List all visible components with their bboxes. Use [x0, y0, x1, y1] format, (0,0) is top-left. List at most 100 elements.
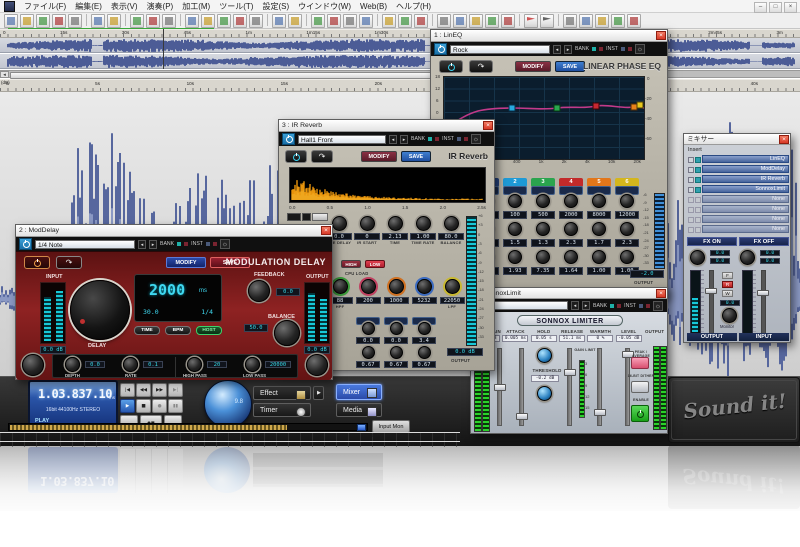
insert-slot[interactable]: None: [687, 195, 789, 203]
insert-slot[interactable]: None: [687, 225, 789, 233]
slot-button[interactable]: None: [702, 225, 789, 233]
bank-indicator[interactable]: [599, 47, 603, 51]
menu-window[interactable]: ウインドウ(W): [298, 1, 351, 12]
slot-fx-icon[interactable]: [695, 187, 701, 193]
bank-indicator[interactable]: [184, 242, 188, 246]
gear-icon[interactable]: ☼: [653, 301, 663, 311]
erase-icon[interactable]: [249, 14, 263, 28]
power-icon[interactable]: [19, 238, 32, 250]
output-fader-handle[interactable]: [705, 288, 717, 294]
irreverb-titlebar[interactable]: 3 : IR Reverb ×: [279, 120, 494, 132]
send-knob[interactable]: [690, 250, 705, 265]
close-icon[interactable]: ×: [784, 2, 797, 13]
freq-knob[interactable]: [592, 194, 606, 208]
copy-icon[interactable]: [201, 14, 215, 28]
ir-start-knob[interactable]: [360, 216, 375, 231]
timer-button[interactable]: Timer: [253, 403, 311, 417]
lowpass-knob[interactable]: [245, 357, 260, 372]
skip-end-button[interactable]: ▶|: [168, 383, 183, 397]
next-icon[interactable]: [485, 14, 499, 28]
fader-mode-w-button[interactable]: W: [722, 290, 733, 297]
q-knob[interactable]: [592, 250, 606, 264]
forward-button[interactable]: ▶▶: [152, 383, 167, 397]
peak-average-button[interactable]: [631, 357, 649, 369]
preset-prev-icon[interactable]: ◂: [571, 301, 579, 310]
output-fader[interactable]: [466, 216, 477, 346]
open-icon[interactable]: [20, 14, 34, 28]
preset-next-icon[interactable]: ▸: [149, 240, 157, 249]
send-knob[interactable]: [740, 250, 755, 265]
new-file-icon[interactable]: [4, 14, 18, 28]
slot-button[interactable]: IR Reverb: [702, 175, 789, 183]
delay-knob[interactable]: [70, 280, 130, 340]
insert-slot[interactable]: None: [687, 215, 789, 223]
time-mode-button[interactable]: TIME: [134, 326, 160, 335]
insert-slot[interactable]: None: [687, 205, 789, 213]
preset-field[interactable]: Rock: [450, 45, 550, 54]
zoom-icon[interactable]: [327, 14, 341, 28]
pos-end-icon[interactable]: [611, 14, 625, 28]
modify-button[interactable]: MODIFY: [166, 257, 206, 268]
slot-fx-icon[interactable]: [695, 177, 701, 183]
marker-add-icon[interactable]: [272, 14, 286, 28]
slot-state-icon[interactable]: [688, 227, 694, 233]
inst-indicator[interactable]: [206, 242, 210, 246]
enable-button[interactable]: [631, 405, 649, 422]
stop-button[interactable]: ■: [136, 399, 151, 413]
record-button[interactable]: ●: [152, 399, 167, 413]
menu-view[interactable]: 表示(V): [111, 1, 138, 12]
rate-knob[interactable]: [123, 357, 138, 372]
slot-button[interactable]: SonnoxLimit: [702, 185, 789, 193]
grid-icon[interactable]: [453, 14, 467, 28]
slider-handle[interactable]: [594, 409, 606, 416]
mixer-button[interactable]: Mixer: [336, 384, 382, 400]
slot-button[interactable]: None: [702, 205, 789, 213]
slot-fx-icon[interactable]: [695, 207, 701, 213]
pre-delay-knob[interactable]: [332, 216, 347, 231]
feedback-knob[interactable]: [248, 280, 270, 302]
plugin-power-button[interactable]: [24, 256, 50, 269]
preset-prev-icon[interactable]: ◂: [389, 135, 397, 144]
slot-fx-icon[interactable]: [695, 227, 701, 233]
speaker-icon[interactable]: [343, 14, 357, 28]
rewind-button[interactable]: ◀◀: [136, 383, 151, 397]
power-icon[interactable]: [434, 43, 447, 55]
pos-fwd-icon[interactable]: [595, 14, 609, 28]
ir-toggle[interactable]: [287, 213, 301, 221]
print-icon[interactable]: [91, 14, 105, 28]
monitor-knob[interactable]: [722, 308, 737, 323]
depth-knob[interactable]: [65, 357, 80, 372]
low-button[interactable]: LOW: [365, 260, 385, 268]
input-fader-handle[interactable]: [757, 290, 769, 296]
gear-icon[interactable]: ☼: [635, 44, 645, 54]
menu-file[interactable]: ファイル(F): [24, 1, 66, 12]
save-button[interactable]: SAVE: [401, 151, 431, 162]
horizontal-scrollbar[interactable]: ◂: [0, 70, 800, 78]
preset-field[interactable]: Hall1 Front: [298, 135, 386, 144]
slider-handle[interactable]: [494, 384, 506, 391]
bypass-button[interactable]: ↷: [56, 256, 82, 269]
import-icon[interactable]: [68, 14, 82, 28]
more-icon[interactable]: [501, 14, 515, 28]
gear-icon[interactable]: ☼: [220, 239, 230, 249]
mixer-titlebar[interactable]: ミキサー ×: [684, 134, 790, 145]
high-button[interactable]: HIGH: [341, 260, 361, 268]
eq-q-knob[interactable]: [418, 346, 431, 359]
menu-play[interactable]: 演奏(P): [147, 1, 174, 12]
preset-next-icon[interactable]: ▸: [582, 301, 590, 310]
sonnox-titlebar[interactable]: 4 : SonnoxLimit ×: [471, 288, 667, 299]
media-button[interactable]: Media: [336, 403, 382, 417]
gain-icon[interactable]: [398, 14, 412, 28]
gain-knob[interactable]: [592, 222, 606, 236]
menu-process[interactable]: 加工(M): [182, 1, 210, 12]
inst-indicator[interactable]: [621, 47, 625, 51]
effect-expand-icon[interactable]: ▶: [313, 386, 324, 400]
repeat-icon[interactable]: [162, 14, 176, 28]
bypass-button[interactable]: ↷: [469, 60, 493, 73]
select-icon[interactable]: [311, 14, 325, 28]
close-icon[interactable]: ×: [656, 289, 666, 298]
save-as-icon[interactable]: [52, 14, 66, 28]
gain-knob[interactable]: [564, 222, 578, 236]
freq-knob[interactable]: [508, 194, 522, 208]
slot-state-icon[interactable]: [688, 197, 694, 203]
